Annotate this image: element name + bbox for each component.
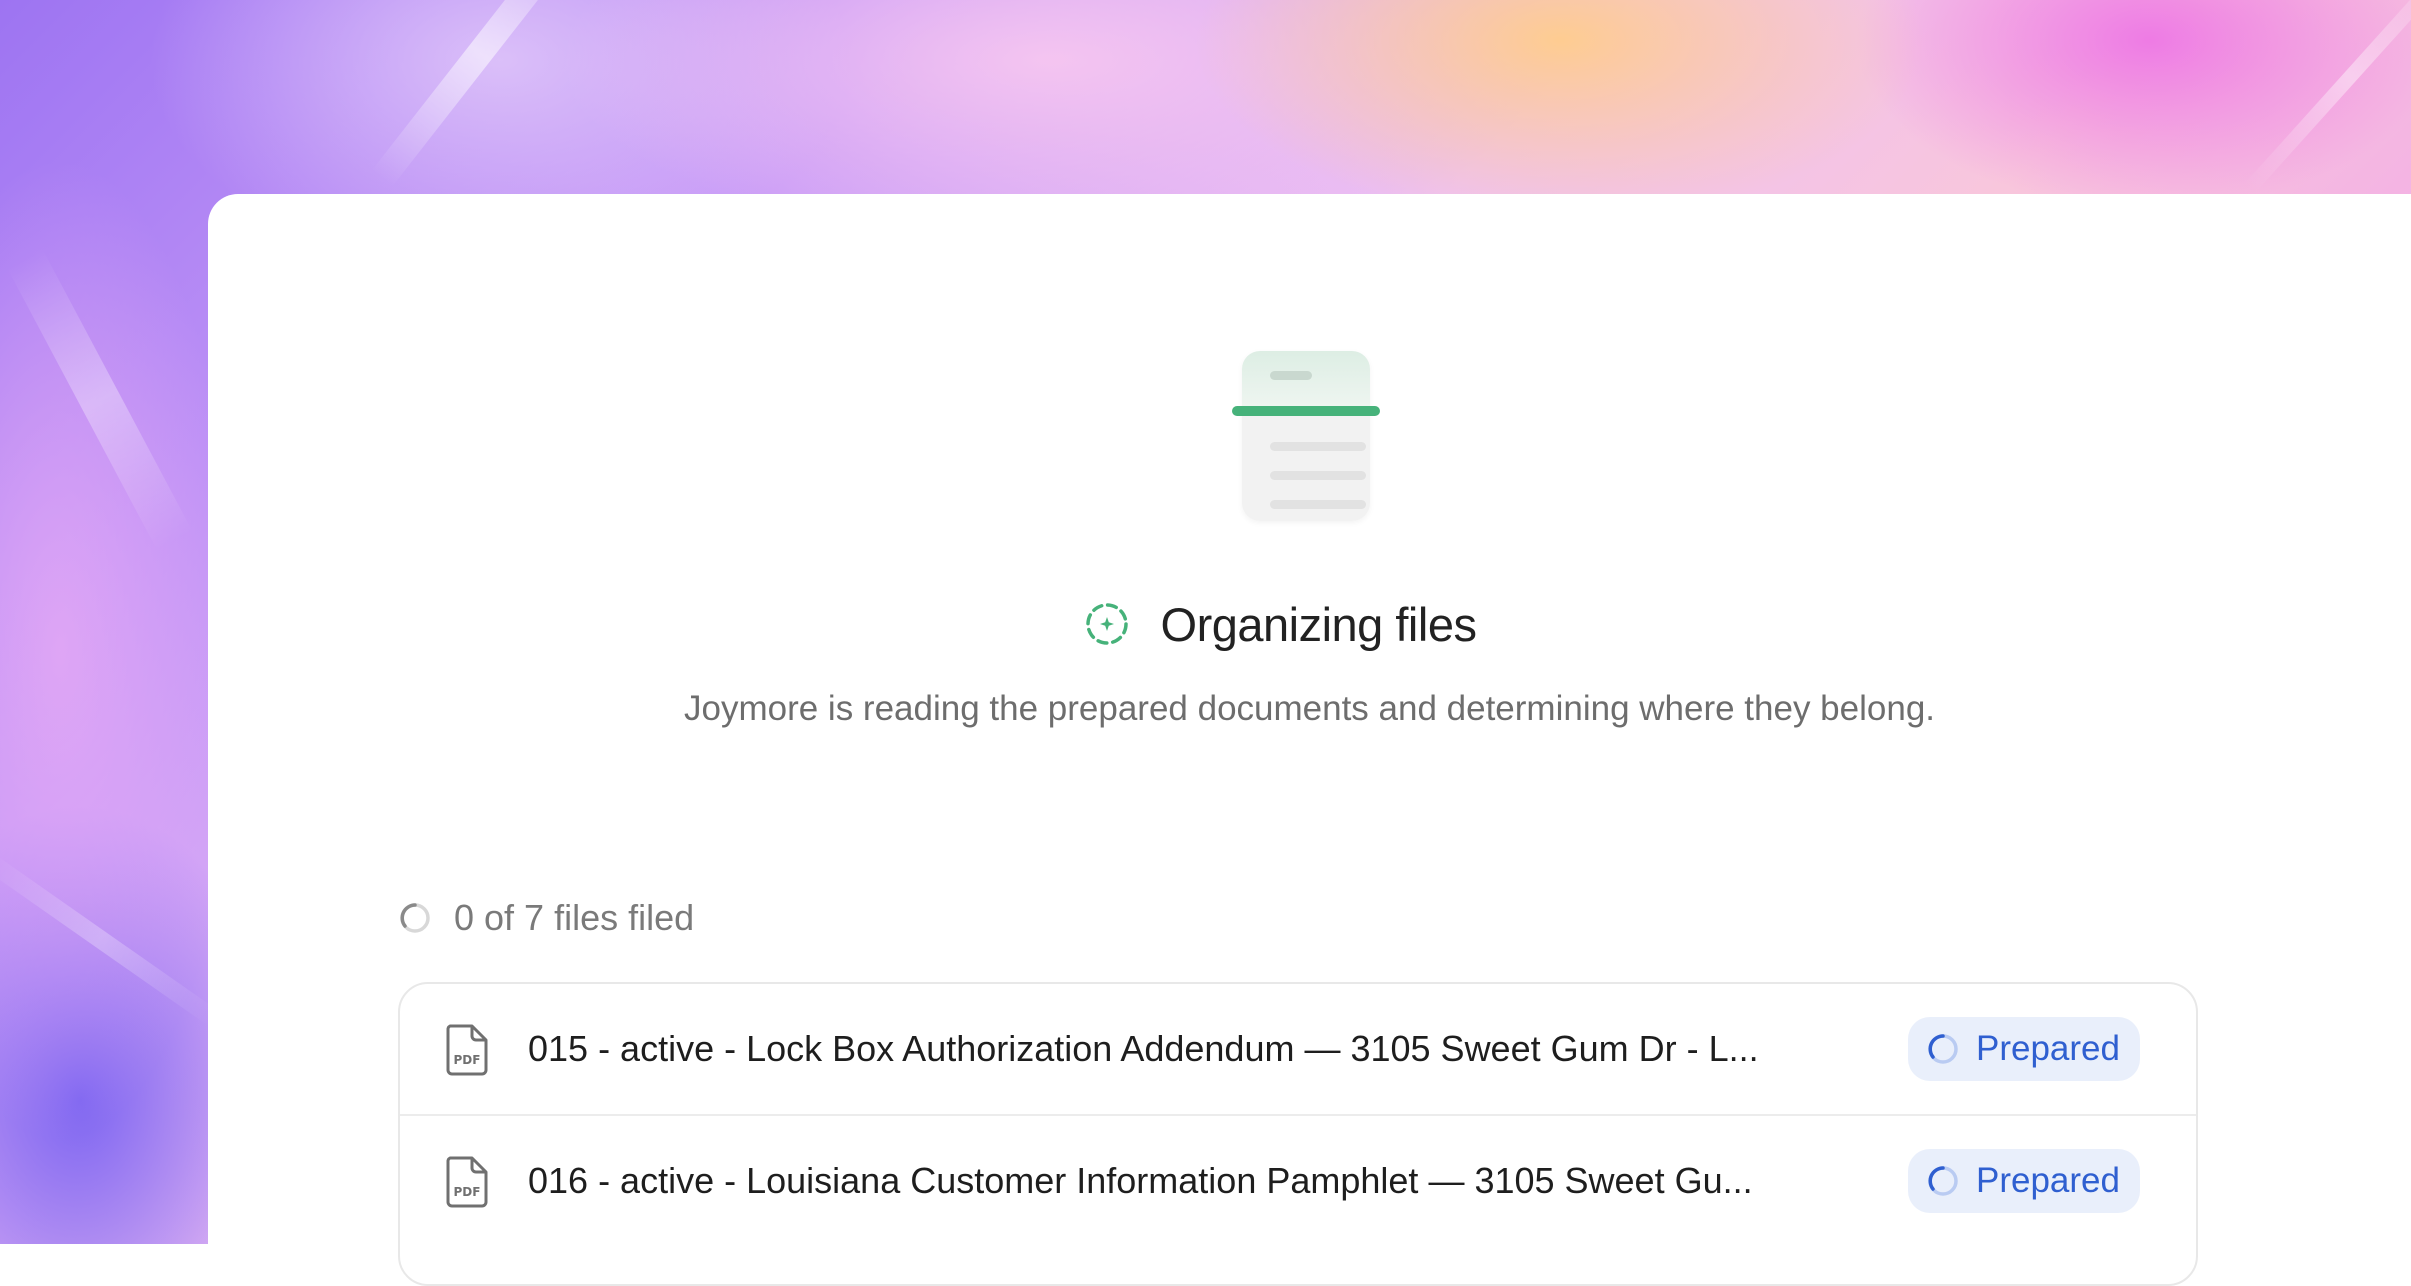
file-row[interactable]: PDF 015 - active - Lock Box Authorizatio… [400,984,2196,1116]
document-header-line [1270,371,1312,380]
light-streak [2244,0,2411,194]
file-list: PDF 015 - active - Lock Box Authorizatio… [398,982,2198,1286]
organizing-spinner-icon [1085,603,1128,645]
loading-spinner-icon [400,903,430,933]
document-text-line [1270,500,1366,509]
scan-line [1232,406,1380,416]
file-name: 016 - active - Louisiana Customer Inform… [528,1160,1753,1201]
light-streak [7,249,193,551]
light-streak [0,851,220,1027]
page-subtitle: Joymore is reading the prepared document… [683,689,1936,728]
status-label: Prepared [1976,1161,2120,1200]
svg-text:PDF: PDF [454,1185,481,1199]
files-filed-count: 0 of 7 files filed [454,897,695,938]
document-text-line [1270,442,1366,451]
pdf-file-icon: PDF [446,1156,488,1208]
status-label: Prepared [1976,1029,2120,1068]
loading-spinner-icon [1928,1034,1958,1064]
status-badge: Prepared [1908,1017,2140,1081]
status-badge: Prepared [1908,1149,2140,1213]
progress-status: 0 of 7 files filed [398,896,694,940]
document-scan-illustration [1230,351,1380,531]
title-row: Organizing files [208,594,2411,654]
light-streak [371,0,589,188]
file-row[interactable]: PDF 016 - active - Louisiana Customer In… [400,1116,2196,1246]
document-card [1242,351,1370,521]
document-text-line [1270,471,1366,480]
pdf-file-icon: PDF [446,1024,488,1076]
file-name: 015 - active - Lock Box Authorization Ad… [528,1028,1759,1069]
svg-text:PDF: PDF [454,1053,481,1067]
main-panel: Organizing files Joymore is reading the … [208,194,2411,1286]
page-title: Organizing files [1160,597,1477,651]
loading-spinner-icon [1928,1166,1958,1196]
